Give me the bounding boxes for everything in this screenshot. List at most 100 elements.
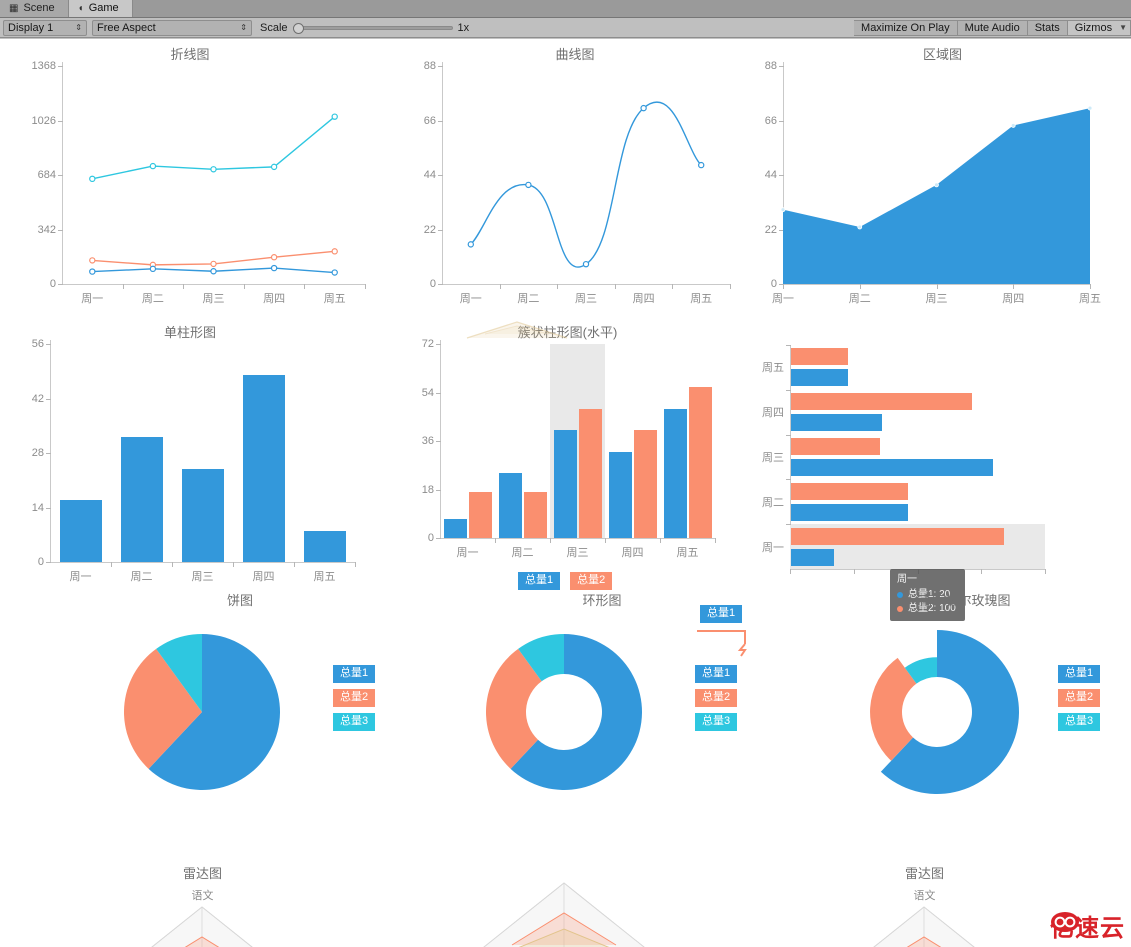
chart-pie: 饼图 总量1 总量2 总量3 [90,590,390,830]
x-axis-tick [715,538,716,543]
legend-item[interactable]: 总量1 [518,572,561,590]
x-axis-tick [660,538,661,543]
chevron-updown-icon: ⇕ [75,22,82,32]
y-axis-label: 14 [31,501,44,514]
x-axis-tick [355,562,356,567]
bar-rect [498,473,522,538]
y-axis-tick [436,392,441,394]
chart-legend: 总量1 总量2 总量3 [1058,665,1101,731]
x-axis-tick [550,538,551,543]
tab-scene-label: Scene [23,2,55,14]
stats-button[interactable]: Stats [1027,19,1068,36]
x-axis-label: 周五 [676,547,699,559]
legend-item[interactable]: 总量2 [695,689,738,707]
chart-legend: 总量1 总量2 总量3 [695,665,738,731]
y-axis-label: 42 [31,392,44,405]
scale-value: 1x [457,21,470,34]
display-select-label: Display 1 [8,21,54,34]
legend-item[interactable]: 总量3 [1058,713,1101,731]
legend-item[interactable]: 总量3 [695,713,738,731]
chart-bar-cluster: 簇状柱形图(水平) 0 18 36 54 72 周一 周二 周三 周四 周五 总量1 总量2 [400,321,735,612]
y-axis-label: 54 [421,386,434,399]
x-axis-label: 周四 [252,571,275,583]
chart-radar-right: 雷达图 语文 [782,863,1067,947]
y-axis-label: 18 [421,483,434,496]
gizmos-label: Gizmos [1074,21,1113,34]
bar-rect [443,519,467,538]
maximize-on-play-button[interactable]: Maximize On Play [854,19,958,36]
bar-rect [608,451,632,538]
y-axis-label: 0 [37,556,44,568]
x-axis-tick [111,562,112,567]
game-view-canvas: 折线图 0 342 684 1026 1368 周一 周二 周三 周四 周五 曲线图 0 22 44 6… [0,39,1131,947]
legend-item[interactable]: 总量1 [333,665,376,683]
x-axis-label: 周一 [69,571,92,583]
bar-rect [120,437,163,562]
y-axis-tick [46,453,51,454]
bar-rect [242,375,285,562]
bar-rect [523,492,547,538]
chart-legend: 总量1 总量2 [518,572,613,590]
chart-bar-single: 单柱形图 0 14 28 42 56 周一 周二 周三 周四 周五 [0,322,380,583]
legend-item[interactable]: 总量2 [333,689,376,707]
chart-rose: 南丁格尔玫瑰图 总量1 总量2 总量3 [815,590,1115,830]
legend-item[interactable]: 总量1 [695,665,738,683]
aspect-select[interactable]: Free Aspect ⇕ [92,19,252,36]
chart-plot [151,906,253,947]
x-axis-label: 周三 [191,571,214,583]
chart-radar-left: 雷达图 语文 [60,863,345,947]
x-axis-label: 周四 [621,547,644,559]
chevron-updown-icon: ⇕ [240,22,247,32]
scale-label: Scale [260,21,288,34]
legend-item[interactable]: 总量1 [1058,665,1101,683]
y-axis-line [440,340,441,538]
scale-slider-group[interactable]: Scale 1x [260,22,469,34]
y-axis-label: 72 [421,338,434,350]
y-axis-tick [46,344,51,345]
y-axis-tick [46,507,51,509]
y-axis-label: 28 [31,447,44,459]
chart-area: 区域图 0 22 44 66 88 周一 周二 周三 周四 周五 [755,44,1130,305]
x-axis-line [50,562,355,563]
tab-game-label: Game [88,2,119,14]
x-axis-label: 周三 [566,547,589,559]
chart-plot [780,105,1093,284]
y-axis-tick [46,398,51,400]
x-axis-label: 周五 [313,571,336,583]
y-axis-line [50,340,51,562]
game-view-toolbar: Display 1 ⇕ Free Aspect ⇕ Scale 1x Maxim… [0,18,1131,38]
x-axis-tick [294,562,295,567]
bar-rect [633,430,657,538]
x-axis-label: 周二 [130,571,153,583]
bar-rect [468,492,492,538]
y-axis-tick [436,489,441,491]
unity-editor-window: ▦ Scene ◖ Game Display 1 ⇕ Free Aspect ⇕… [0,0,1131,947]
chevron-down-icon: ▼ [1119,23,1127,32]
legend-item[interactable]: 总量3 [333,713,376,731]
scale-slider-handle[interactable] [292,22,304,34]
scale-slider[interactable] [292,22,453,34]
legend-item[interactable]: 总量2 [570,572,613,590]
cloud-logo-icon [1051,912,1079,932]
y-axis-tick [46,562,51,563]
tab-scene[interactable]: ▦ Scene [0,0,69,17]
bar-rect [663,408,687,538]
x-axis-tick [172,562,173,567]
chart-curve: 曲线图 0 22 44 66 88 周一 周二 周三 周四 周五 [390,44,760,305]
watermark: 亿速云 [1050,908,1125,943]
tab-game[interactable]: ◖ Game [68,0,133,17]
display-select[interactable]: Display 1 ⇕ [3,19,87,36]
gamepad-icon: ◖ [77,2,84,14]
x-axis-tick [495,538,496,543]
y-axis-tick [436,538,441,539]
chart-radar-mid [422,863,707,947]
mute-audio-button[interactable]: Mute Audio [957,19,1028,36]
x-axis-tick [605,538,606,543]
y-axis-tick [436,344,441,345]
aspect-select-label: Free Aspect [97,21,156,34]
bar-rect [553,430,577,538]
legend-item[interactable]: 总量2 [1058,689,1101,707]
bar-rect [181,468,224,562]
gizmos-button[interactable]: Gizmos ▼ [1067,19,1131,36]
bar-rect [578,408,602,538]
